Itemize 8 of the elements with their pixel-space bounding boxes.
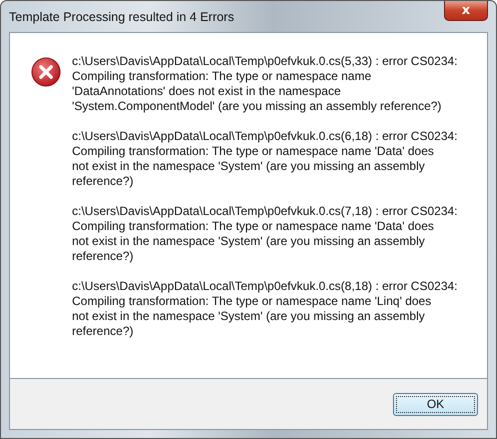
- ok-button[interactable]: OK: [393, 392, 478, 416]
- close-button[interactable]: x: [444, 1, 488, 21]
- error-message: c:\Users\Davis\AppData\Local\Temp\p0efvkuk.0.cs(6,18) : error CS0234: Compiling transformation: The type or namespace name 'Data' does not exist in the namespace 'System' (are you missing an assembly reference?): [72, 129, 458, 189]
- error-icon: [31, 57, 61, 87]
- error-message: c:\Users\Davis\AppData\Local\Temp\p0efvkuk.0.cs(8,18) : error CS0234: Compiling transformation: The type or namespace name 'Linq' does not exist in the namespace 'System' (are you missing an assembly reference?): [72, 279, 458, 339]
- window-title: Template Processing resulted in 4 Errors: [9, 10, 234, 24]
- error-message: c:\Users\Davis\AppData\Local\Temp\p0efvkuk.0.cs(5,33) : error CS0234: Compiling transformation: The type or namespace name 'DataAnnotations' does not exist in the namespace 'System.ComponentModel' (are you missing an assembly reference?): [72, 54, 458, 114]
- error-message: c:\Users\Davis\AppData\Local\Temp\p0efvkuk.0.cs(7,18) : error CS0234: Compiling transformation: The type or namespace name 'Data' does not exist in the namespace 'System' (are you missing an assembly reference?): [72, 204, 458, 264]
